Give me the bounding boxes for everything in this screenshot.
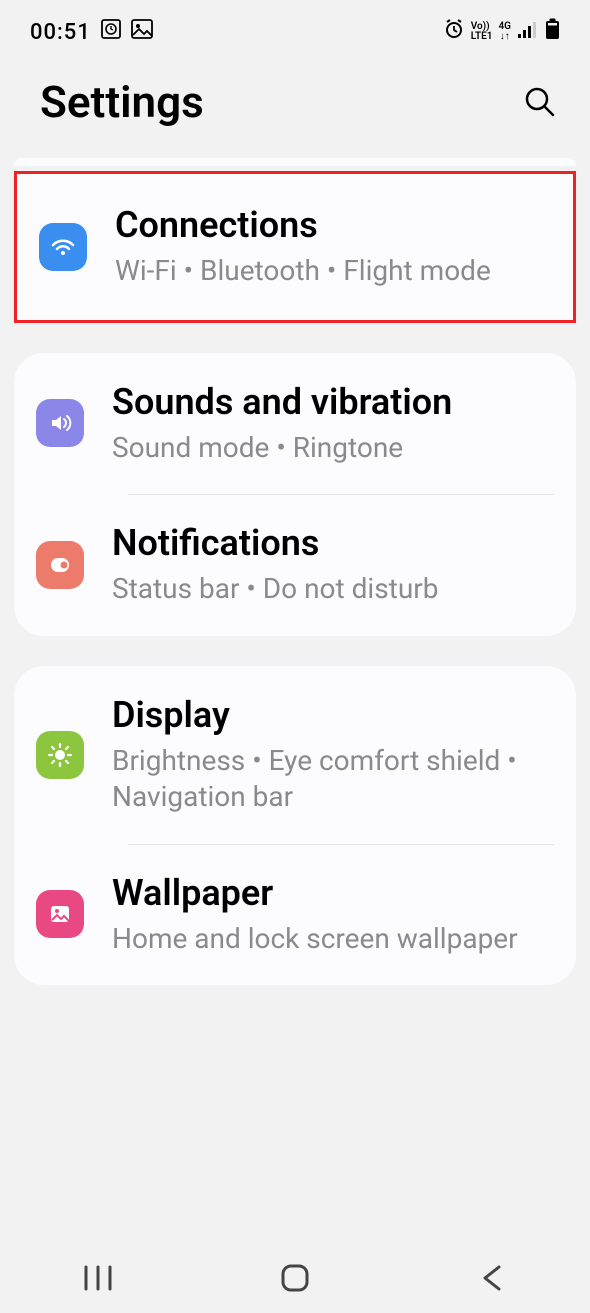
recents-icon — [82, 1265, 114, 1291]
battery-icon — [545, 18, 560, 46]
settings-item-connections[interactable]: Connections Wi-Fi • Bluetooth • Flight m… — [17, 176, 573, 318]
item-text: Sounds and vibration Sound mode • Ringto… — [104, 381, 554, 467]
item-subtitle: Home and lock screen wallpaper — [112, 921, 554, 957]
item-subtitle: Status bar • Do not disturb — [112, 571, 554, 607]
wifi-icon — [39, 223, 87, 271]
item-title: Connections — [115, 204, 551, 247]
search-button[interactable] — [520, 82, 560, 122]
card-top-sliver — [14, 158, 576, 166]
item-text: Connections Wi-Fi • Bluetooth • Flight m… — [107, 204, 551, 290]
signal-icon — [517, 20, 539, 45]
status-left: 00:51 — [30, 19, 153, 45]
status-bar: 00:51 Vo)) LTE1 4G ↓↑ — [0, 0, 590, 56]
home-icon — [279, 1262, 311, 1294]
clock-app-icon — [101, 19, 121, 45]
item-title: Sounds and vibration — [112, 381, 554, 424]
item-text: Display Brightness • Eye comfort shield … — [104, 694, 554, 816]
brightness-icon — [36, 731, 84, 779]
status-right: Vo)) LTE1 4G ↓↑ — [443, 18, 560, 46]
status-time: 00:51 — [30, 20, 91, 45]
image-app-icon — [131, 19, 153, 45]
page-title: Settings — [40, 76, 204, 128]
nav-bar — [0, 1243, 590, 1313]
settings-item-wallpaper[interactable]: Wallpaper Home and lock screen wallpaper — [14, 844, 576, 986]
item-title: Notifications — [112, 522, 554, 565]
wallpaper-icon — [36, 890, 84, 938]
item-subtitle: Sound mode • Ringtone — [112, 430, 554, 466]
settings-item-sounds[interactable]: Sounds and vibration Sound mode • Ringto… — [14, 353, 576, 495]
page-header: Settings — [0, 56, 590, 158]
item-text: Wallpaper Home and lock screen wallpaper — [104, 872, 554, 958]
item-text: Notifications Status bar • Do not distur… — [104, 522, 554, 608]
notification-icon — [36, 541, 84, 589]
item-title: Display — [112, 694, 554, 737]
settings-connections-card: Connections Wi-Fi • Bluetooth • Flight m… — [14, 171, 576, 323]
item-subtitle: Wi-Fi • Bluetooth • Flight mode — [115, 253, 551, 289]
volte-indicator: Vo)) LTE1 — [471, 22, 493, 42]
speaker-icon — [36, 399, 84, 447]
item-title: Wallpaper — [112, 872, 554, 915]
alarm-icon — [443, 18, 465, 46]
nav-home-button[interactable] — [265, 1258, 325, 1298]
nav-recents-button[interactable] — [68, 1258, 128, 1298]
search-icon — [522, 84, 558, 120]
network-indicator: 4G ↓↑ — [498, 22, 511, 42]
item-subtitle: Brightness • Eye comfort shield • Naviga… — [112, 743, 554, 816]
settings-display-card: Display Brightness • Eye comfort shield … — [14, 666, 576, 986]
back-icon — [479, 1263, 505, 1293]
settings-sounds-card: Sounds and vibration Sound mode • Ringto… — [14, 353, 576, 636]
settings-item-notifications[interactable]: Notifications Status bar • Do not distur… — [14, 494, 576, 636]
nav-back-button[interactable] — [462, 1258, 522, 1298]
settings-item-display[interactable]: Display Brightness • Eye comfort shield … — [14, 666, 576, 844]
